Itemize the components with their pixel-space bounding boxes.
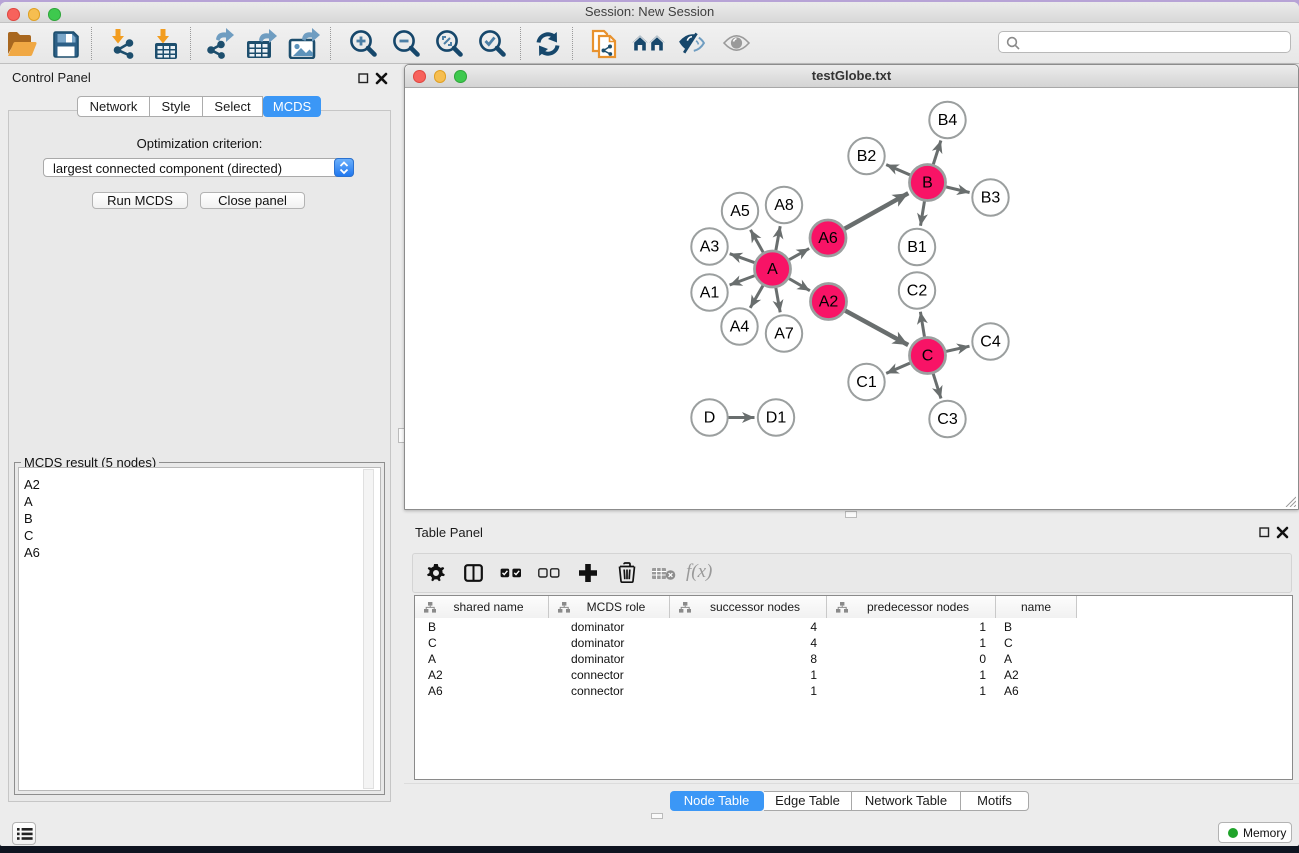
svg-text:B3: B3	[981, 190, 1001, 207]
svg-text:C2: C2	[907, 283, 928, 300]
svg-text:A4: A4	[730, 319, 750, 336]
svg-text:A5: A5	[730, 203, 750, 220]
svg-text:C4: C4	[980, 334, 1001, 351]
svg-text:B4: B4	[938, 112, 958, 129]
svg-text:A: A	[767, 261, 778, 278]
svg-text:C3: C3	[937, 411, 958, 428]
svg-text:B2: B2	[857, 148, 877, 165]
svg-text:D1: D1	[766, 410, 787, 427]
svg-text:A3: A3	[700, 239, 720, 256]
svg-text:A2: A2	[819, 294, 839, 311]
svg-text:A1: A1	[700, 285, 720, 302]
svg-text:A8: A8	[774, 197, 794, 214]
svg-text:B: B	[922, 175, 933, 192]
svg-text:B1: B1	[907, 239, 927, 256]
svg-text:D: D	[704, 410, 716, 427]
svg-text:A6: A6	[818, 230, 838, 247]
svg-text:A7: A7	[774, 326, 794, 343]
svg-text:C: C	[922, 348, 934, 365]
svg-text:C1: C1	[856, 374, 877, 391]
